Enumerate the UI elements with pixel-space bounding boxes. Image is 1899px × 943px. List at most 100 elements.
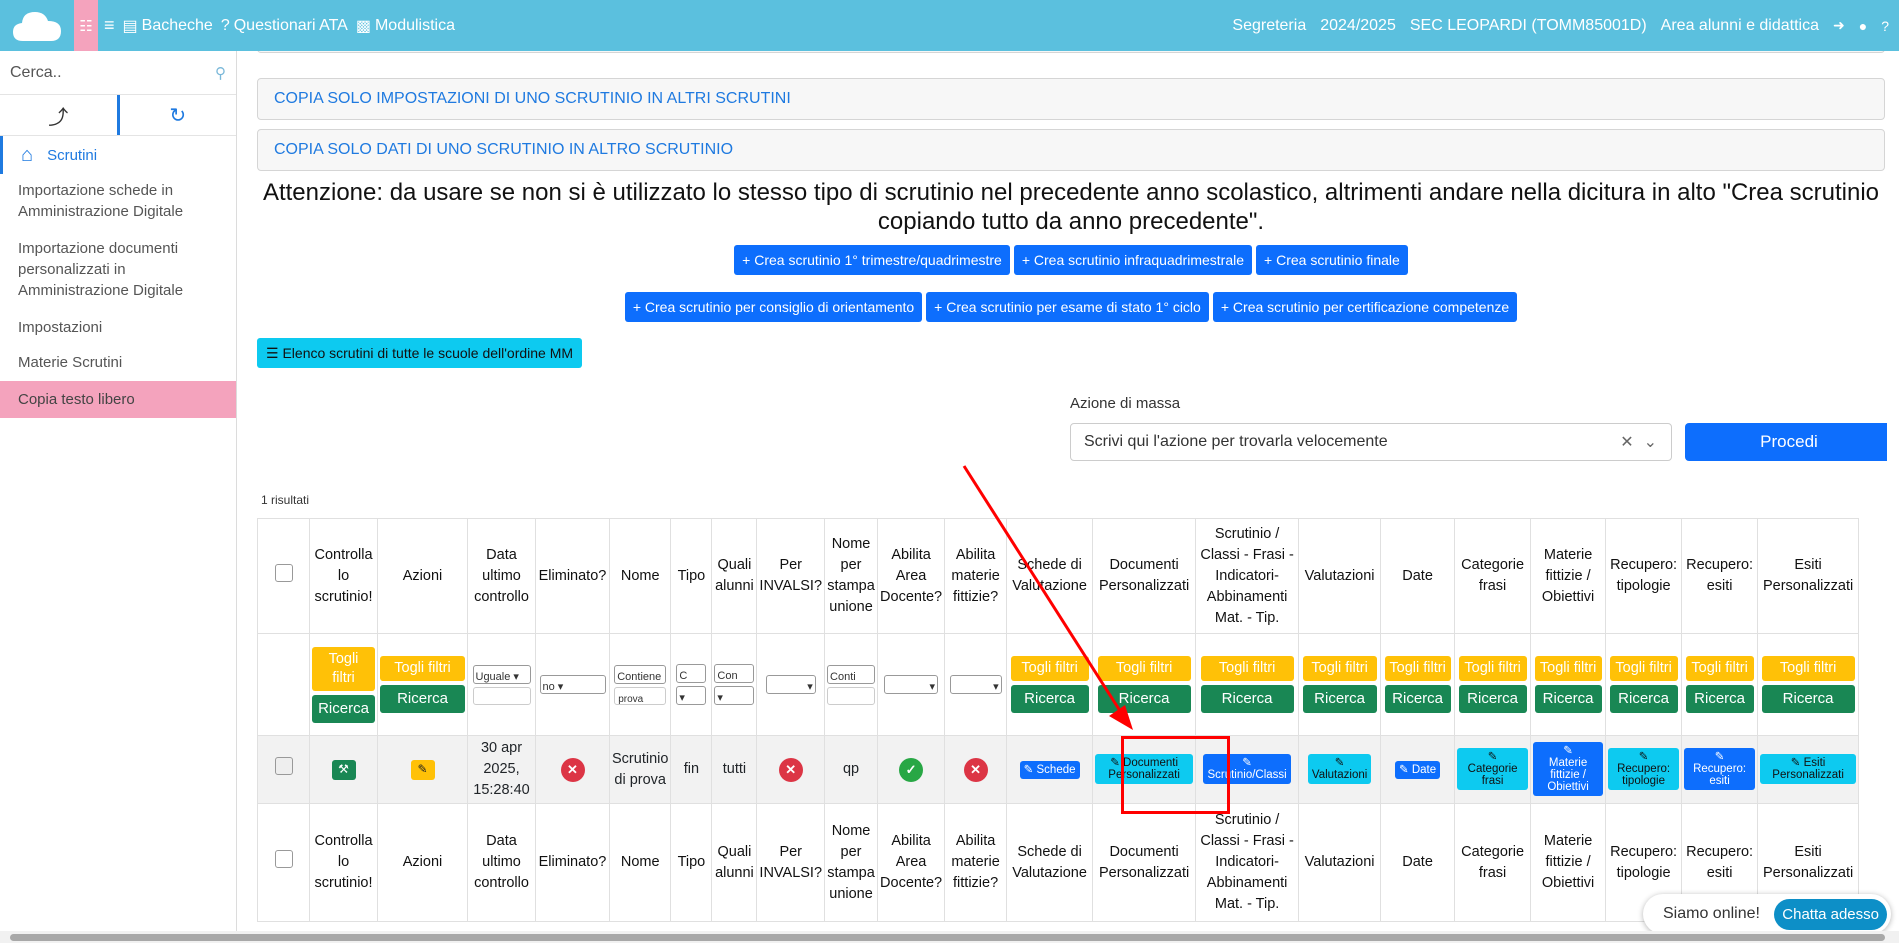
togli-filtri-button[interactable]: Togli filtri bbox=[1097, 656, 1191, 681]
area-docente-filter-select[interactable]: ▾ bbox=[884, 675, 939, 694]
nome-filter-select[interactable]: Contiene bbox=[614, 664, 667, 684]
materie-fittizie-button[interactable]: ✎ Materie fittizie / Obiettivi bbox=[1533, 742, 1604, 796]
ricerca-button[interactable]: Ricerca bbox=[1010, 685, 1089, 713]
togli-filtri-button[interactable]: Togli filtri bbox=[1200, 656, 1294, 681]
eliminato-filter-select[interactable]: no ▾ bbox=[539, 675, 606, 694]
plus-icon: + bbox=[1264, 252, 1277, 268]
nav-school[interactable]: SEC LEOPARDI (TOMM85001D) bbox=[1410, 17, 1647, 35]
arrow-up-icon[interactable]: ⤴ bbox=[0, 95, 117, 135]
search-icon[interactable]: ⚲ bbox=[215, 64, 226, 82]
horizontal-scrollbar[interactable] bbox=[0, 931, 1899, 943]
scrollbar-thumb[interactable] bbox=[10, 934, 1885, 941]
header-select-all[interactable] bbox=[257, 518, 310, 634]
ricerca-button[interactable]: Ricerca bbox=[1685, 685, 1754, 713]
logout-icon[interactable]: ➜ bbox=[1833, 17, 1845, 34]
sidebar-item-scrutini[interactable]: ⌂ Scrutini bbox=[0, 136, 236, 174]
create-trimestre-button[interactable]: + Crea scrutinio 1° trimestre/quadrimest… bbox=[734, 245, 1010, 275]
nome-filter-input[interactable]: prova bbox=[614, 686, 667, 705]
invalsi-filter-select[interactable]: ▾ bbox=[765, 675, 816, 694]
ricerca-button[interactable]: Ricerca bbox=[312, 694, 375, 723]
ricerca-button[interactable]: Ricerca bbox=[1200, 685, 1294, 713]
tipo-filter-select[interactable]: C bbox=[676, 664, 707, 683]
nav-area[interactable]: Area alunni e didattica bbox=[1661, 17, 1819, 35]
schede-button[interactable]: ✎ Schede bbox=[1019, 761, 1080, 779]
togli-filtri-button[interactable]: Togli filtri bbox=[1685, 656, 1754, 681]
date-button[interactable]: ✎ Date bbox=[1395, 761, 1441, 779]
accordion-copia-impostazioni[interactable]: COPIA SOLO IMPOSTAZIONI DI UNO SCRUTINIO… bbox=[257, 78, 1885, 120]
accordion-partial[interactable] bbox=[257, 51, 1885, 53]
recupero-esiti-button[interactable]: ✎ Recupero: esiti bbox=[1684, 748, 1756, 790]
stampa-filter-input[interactable] bbox=[827, 686, 876, 705]
sidebar-item-importazione-schede[interactable]: Importazione schede in Amministrazione D… bbox=[0, 174, 236, 228]
togli-filtri-button[interactable]: Togli filtri bbox=[1384, 656, 1451, 681]
search-input[interactable]: Cerca.. bbox=[10, 64, 215, 82]
cloud-logo-icon[interactable] bbox=[0, 0, 74, 51]
sidebar-item-impostazioni[interactable]: Impostazioni bbox=[0, 311, 236, 344]
create-orientamento-button[interactable]: + Crea scrutinio per consiglio di orient… bbox=[624, 292, 923, 322]
sidebar-item-copia-testo-libero[interactable]: Copia testo libero bbox=[0, 381, 236, 418]
data-filter-select[interactable]: Uguale ▾ bbox=[472, 664, 531, 684]
sidebar-item-importazione-documenti[interactable]: Importazione documenti personalizzati in… bbox=[0, 232, 236, 307]
togli-filtri-button[interactable]: Togli filtri bbox=[1761, 656, 1855, 681]
elenco-scrutini-button[interactable]: ☰ Elenco scrutini di tutte le scuole del… bbox=[257, 338, 583, 368]
categorie-frasi-button[interactable]: ✎ Categorie frasi bbox=[1457, 748, 1529, 790]
create-infraquadrimestrale-button[interactable]: + Crea scrutinio infraquadrimestrale bbox=[1013, 245, 1252, 275]
tipo-filter-select-2[interactable]: ▾ bbox=[676, 686, 707, 705]
table-header: Materie fittizie / Obiettivi bbox=[1530, 803, 1607, 922]
ricerca-button[interactable]: Ricerca bbox=[1534, 685, 1602, 713]
row-checkbox[interactable] bbox=[274, 757, 293, 775]
user-icon[interactable]: ● bbox=[1859, 18, 1867, 34]
esiti-personalizzati-button[interactable]: ✎ Esiti Personalizzati bbox=[1760, 754, 1857, 784]
ricerca-button[interactable]: Ricerca bbox=[380, 685, 465, 713]
create-certificazione-button[interactable]: + Crea scrutinio per certificazione comp… bbox=[1212, 292, 1518, 322]
binoculars-icon[interactable]: ☷ bbox=[74, 0, 98, 51]
table-header: Nome per stampa unione bbox=[824, 518, 879, 634]
nav-segreteria[interactable]: Segreteria bbox=[1232, 17, 1306, 35]
create-esame-button[interactable]: + Crea scrutinio per esame di stato 1° c… bbox=[926, 292, 1209, 322]
sidebar-item-materie-scrutini[interactable]: Materie Scrutini bbox=[0, 346, 236, 379]
refresh-icon[interactable]: ↻ bbox=[116, 95, 237, 135]
plus-icon: + bbox=[934, 299, 947, 315]
ricerca-button[interactable]: Ricerca bbox=[1384, 685, 1451, 713]
alunni-filter-select[interactable]: Con bbox=[714, 664, 755, 683]
stampa-filter-select[interactable]: Conti bbox=[827, 664, 876, 684]
create-finale-button[interactable]: + Crea scrutinio finale bbox=[1256, 245, 1408, 275]
chat-widget[interactable]: Siamo online! Chatta adesso bbox=[1643, 894, 1891, 934]
ricerca-button[interactable]: Ricerca bbox=[1097, 685, 1191, 713]
clear-icon[interactable]: ✕ bbox=[1620, 432, 1633, 452]
nav-bacheche[interactable]: ▤ Bacheche bbox=[123, 16, 213, 36]
row-nome: Scrutinio di prova bbox=[608, 735, 672, 804]
accordion-copia-dati[interactable]: COPIA SOLO DATI DI UNO SCRUTINIO IN ALTR… bbox=[257, 129, 1885, 171]
nav-questionari[interactable]: ? Questionari ATA bbox=[221, 17, 348, 35]
select-all-checkbox[interactable] bbox=[274, 850, 293, 868]
nav-modulistica[interactable]: ▩ Modulistica bbox=[356, 16, 455, 36]
ricerca-button[interactable]: Ricerca bbox=[1458, 685, 1527, 713]
togli-filtri-button[interactable]: Togli filtri bbox=[380, 656, 465, 681]
togli-filtri-button[interactable]: Togli filtri bbox=[1609, 656, 1678, 681]
wrench-icon[interactable]: ⚒ bbox=[331, 759, 356, 780]
menu-icon[interactable]: ≡ bbox=[104, 15, 115, 36]
togli-filtri-button[interactable]: Togli filtri bbox=[1458, 656, 1527, 681]
edit-icon[interactable]: ✎ bbox=[410, 759, 435, 780]
togli-filtri-button[interactable]: Togli filtri bbox=[312, 646, 375, 691]
chevron-down-icon[interactable]: ⌄ bbox=[1644, 432, 1657, 452]
alunni-filter-select-2[interactable]: ▾ bbox=[714, 686, 755, 705]
nav-year[interactable]: 2024/2025 bbox=[1320, 17, 1396, 35]
procedi-button[interactable]: Procedi bbox=[1685, 423, 1887, 461]
ricerca-button[interactable]: Ricerca bbox=[1761, 685, 1855, 713]
data-filter-input[interactable] bbox=[472, 686, 531, 705]
materie-fittizie-filter-select[interactable]: ▾ bbox=[949, 675, 1002, 694]
footer-select-all[interactable] bbox=[257, 803, 310, 922]
recupero-tipologie-button[interactable]: ✎ Recupero: tipologie bbox=[1608, 748, 1680, 790]
togli-filtri-button[interactable]: Togli filtri bbox=[1010, 656, 1089, 681]
help-icon[interactable]: ? bbox=[1881, 18, 1889, 34]
mass-action-select[interactable]: Scrivi qui l'azione per trovarla velocem… bbox=[1070, 423, 1672, 461]
chat-button[interactable]: Chatta adesso bbox=[1774, 898, 1887, 930]
togli-filtri-button[interactable]: Togli filtri bbox=[1302, 656, 1377, 681]
ricerca-button[interactable]: Ricerca bbox=[1302, 685, 1377, 713]
ricerca-button[interactable]: Ricerca bbox=[1609, 685, 1678, 713]
select-all-checkbox[interactable] bbox=[274, 563, 293, 582]
togli-filtri-button[interactable]: Togli filtri bbox=[1534, 656, 1602, 681]
valutazioni-button[interactable]: ✎ Valutazioni bbox=[1307, 754, 1372, 784]
sidebar-search[interactable]: Cerca.. ⚲ bbox=[0, 51, 236, 95]
